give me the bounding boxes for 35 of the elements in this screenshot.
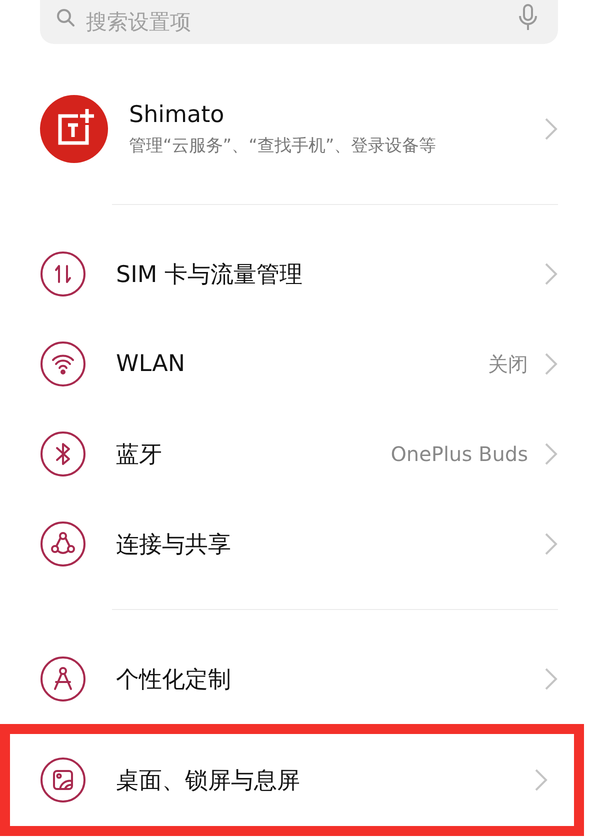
row-label: 桌面、锁屏与息屏 bbox=[116, 766, 301, 796]
settings-row[interactable]: SIM 卡与流量管理 bbox=[0, 229, 595, 319]
account-row[interactable]: Shimato 管理“云服务”、“查找手机”、登录设备等 bbox=[0, 54, 595, 204]
nodes-icon bbox=[40, 521, 86, 567]
image-icon bbox=[40, 757, 86, 803]
settings-row[interactable]: 蓝牙 OnePlus Buds bbox=[0, 409, 595, 499]
settings-row[interactable]: WLAN 关闭 bbox=[0, 319, 595, 409]
settings-row[interactable]: 连接与共享 bbox=[0, 499, 595, 589]
search-icon bbox=[56, 8, 76, 28]
microphone-icon[interactable] bbox=[518, 4, 538, 32]
account-subtitle: 管理“云服务”、“查找手机”、登录设备等 bbox=[129, 134, 438, 156]
account-name: Shimato bbox=[129, 102, 226, 128]
chevron-icon bbox=[544, 352, 558, 376]
row-label: 连接与共享 bbox=[116, 530, 232, 560]
arrows-icon bbox=[40, 251, 86, 297]
chevron-icon bbox=[544, 532, 558, 556]
search-bar[interactable]: 搜索设置项 bbox=[40, 0, 558, 44]
settings-row[interactable]: 个性化定制 bbox=[0, 634, 595, 724]
row-value: 关闭 bbox=[488, 350, 528, 378]
chevron-icon bbox=[544, 262, 558, 286]
settings-row[interactable]: 桌面、锁屏与息屏 bbox=[10, 735, 574, 825]
row-label: SIM 卡与流量管理 bbox=[116, 260, 304, 290]
row-label: WLAN bbox=[116, 351, 186, 377]
chevron-icon bbox=[544, 117, 558, 141]
chevron-icon bbox=[544, 442, 558, 466]
chevron-icon bbox=[534, 768, 548, 792]
bluetooth-icon bbox=[40, 431, 86, 477]
logo-icon bbox=[40, 95, 108, 163]
chevron-icon bbox=[544, 667, 558, 691]
compass-icon bbox=[40, 656, 86, 702]
row-label: 个性化定制 bbox=[116, 666, 232, 694]
wifi-icon bbox=[40, 341, 86, 387]
row-label: 蓝牙 bbox=[116, 440, 163, 470]
row-value: OnePlus Buds bbox=[390, 442, 528, 466]
search-field[interactable]: 搜索设置项 bbox=[86, 10, 508, 34]
